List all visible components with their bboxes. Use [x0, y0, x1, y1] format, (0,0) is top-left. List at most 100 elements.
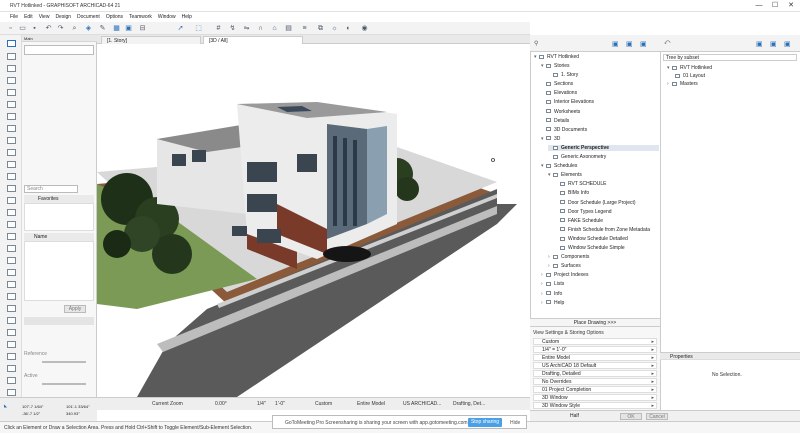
stair-tool-icon[interactable]	[7, 137, 16, 144]
save-icon[interactable]: ▪	[30, 24, 39, 33]
text-tool-icon[interactable]	[7, 281, 16, 288]
dropdown-arrow-icon[interactable]: ▸	[651, 363, 654, 369]
beam-tool-icon[interactable]	[7, 113, 16, 120]
maximize-button[interactable]: ☐	[768, 1, 782, 11]
render-icon[interactable]: ◐	[344, 24, 353, 33]
3d-window-icon[interactable]: ▣	[124, 24, 133, 33]
hide-button[interactable]: Hide	[510, 420, 520, 426]
new-icon[interactable]: ▫	[6, 24, 15, 33]
undo-icon[interactable]: ↶	[44, 24, 53, 33]
favorites-header[interactable]: Favorites	[24, 195, 94, 203]
search-input[interactable]: Search	[24, 185, 78, 193]
cancel-button[interactable]: Cancel	[646, 413, 668, 420]
group-icon[interactable]: ▤	[284, 24, 293, 33]
nav-item[interactable]: › Lists	[541, 281, 564, 287]
menu-options[interactable]: Options	[103, 12, 126, 20]
3d-viewport[interactable]	[97, 44, 530, 397]
dropdown-arrow-icon[interactable]: ▸	[651, 379, 654, 385]
place-drawing-button[interactable]: Place Drawing >>>	[530, 318, 660, 327]
nav-item[interactable]: ▾ Schedules	[541, 163, 577, 169]
grid-icon[interactable]: #	[214, 24, 223, 33]
properties-header[interactable]: Properties	[660, 352, 800, 360]
menu-teamwork[interactable]: Teamwork	[126, 12, 155, 20]
window-tool-icon[interactable]	[7, 89, 16, 96]
nav-item[interactable]: Door Types Legend	[555, 209, 612, 215]
back-icon[interactable]: ⤺	[664, 40, 670, 47]
nav-item[interactable]: › Surfaces	[548, 263, 581, 269]
scale-field[interactable]: 1/4"	[257, 401, 266, 407]
menu-file[interactable]: File	[7, 12, 21, 20]
nav-item[interactable]: BIMx Info	[555, 190, 589, 196]
morph-tool-icon[interactable]	[7, 209, 16, 216]
camera-icon[interactable]: ◉	[360, 24, 369, 33]
door-tool-icon[interactable]	[7, 77, 16, 84]
dropdown-arrow-icon[interactable]: ▸	[651, 395, 654, 401]
view-setting-row[interactable]: 3D Window Style ▸	[533, 402, 657, 409]
nav-item[interactable]: › Components	[548, 254, 589, 260]
sun-icon[interactable]: ☼	[330, 24, 339, 33]
pen-set-combo[interactable]: Drafting, Det...	[453, 401, 485, 407]
org-publisher-icon[interactable]: ▣	[784, 40, 791, 48]
fill-tool-icon[interactable]	[7, 305, 16, 312]
dropdown-arrow-icon[interactable]: ▸	[651, 387, 654, 393]
curtain-wall-tool-icon[interactable]	[7, 185, 16, 192]
nav-item[interactable]: Window Schedule Simple	[555, 245, 625, 251]
marquee-icon[interactable]: ⬚	[194, 24, 203, 33]
model-view-combo[interactable]: Entire Model	[357, 401, 385, 407]
nav-item[interactable]: 3D Documents	[541, 127, 587, 133]
section-tool-icon[interactable]	[7, 365, 16, 372]
nav-item[interactable]: Interior Elevations	[541, 99, 594, 105]
mesh-tool-icon[interactable]	[7, 245, 16, 252]
layout-book-icon[interactable]: ▣	[640, 40, 647, 48]
nav-item[interactable]: › Help	[541, 300, 564, 306]
dropdown-arrow-icon[interactable]: ▸	[651, 403, 654, 409]
tab-story[interactable]: [1. Story]	[101, 36, 201, 44]
menu-help[interactable]: Help	[179, 12, 195, 20]
ok-button[interactable]: OK	[620, 413, 642, 420]
nav-item[interactable]: Worksheets	[541, 109, 580, 115]
line-tool-icon[interactable]	[7, 317, 16, 324]
menu-window[interactable]: Window	[155, 12, 179, 20]
level-tool-icon[interactable]	[7, 269, 16, 276]
dropdown-arrow-icon[interactable]: ▸	[651, 339, 654, 345]
nav-item[interactable]: RVT SCHEDULE	[555, 181, 606, 187]
layers-icon[interactable]: ≡	[300, 24, 309, 33]
org-layout-item[interactable]: 01 Layout	[675, 73, 705, 79]
object-tool-icon[interactable]	[7, 221, 16, 228]
dropdown-arrow-icon[interactable]: ▸	[651, 347, 654, 353]
tab-3d[interactable]: [3D / All]	[203, 36, 303, 44]
nav-item[interactable]: FAKE Schedule	[555, 218, 603, 224]
elevation-tool-icon[interactable]	[7, 377, 16, 384]
name-column-header[interactable]: Name	[24, 233, 94, 241]
nav-item[interactable]: › Info	[541, 291, 562, 297]
nav-item[interactable]: Generic Axonometry	[548, 154, 606, 160]
marquee-tool-icon[interactable]	[7, 53, 16, 60]
nav-item[interactable]: Finish Schedule from Zone Metadata	[555, 227, 650, 233]
project-map-icon[interactable]: ▣	[612, 40, 619, 48]
view-setting-row[interactable]: 01 Project Completion ▸	[533, 386, 657, 393]
nav-root[interactable]: ▾ RVT Hotlinked	[534, 54, 579, 60]
floor-plan-icon[interactable]: ▦	[112, 24, 121, 33]
dropdown-arrow-icon[interactable]: ▸	[651, 355, 654, 361]
wall-tool-icon[interactable]	[7, 65, 16, 72]
polyline-tool-icon[interactable]	[7, 341, 16, 348]
railing-tool-icon[interactable]	[7, 197, 16, 204]
dropdown-arrow-icon[interactable]: ▸	[651, 371, 654, 377]
tree-by-subset-dropdown[interactable]: Tree by subset	[663, 54, 797, 61]
open-icon[interactable]: ▭	[18, 24, 27, 33]
nav-item[interactable]: Generic Perspective	[548, 144, 659, 151]
mirror-icon[interactable]: ⇋	[242, 24, 251, 33]
redo-icon[interactable]: ↷	[56, 24, 65, 33]
drawing-tool-icon[interactable]	[7, 353, 16, 360]
find-icon[interactable]: ⌕	[70, 24, 79, 33]
view-setting-row[interactable]: Entire Model ▸	[533, 354, 657, 361]
nav-item[interactable]: ▾ Elements	[548, 172, 582, 178]
arrow-tool-icon[interactable]: ➚	[176, 24, 185, 33]
nav-item[interactable]: Elevations	[541, 90, 577, 96]
template-combo[interactable]: US ARCHICAD...	[403, 401, 441, 407]
nav-item[interactable]: Sections	[541, 81, 573, 87]
menu-document[interactable]: Document	[74, 12, 103, 20]
lock-icon[interactable]: ⌂	[270, 24, 279, 33]
nav-item[interactable]: 1. Story	[548, 72, 578, 78]
column-tool-icon[interactable]	[7, 101, 16, 108]
